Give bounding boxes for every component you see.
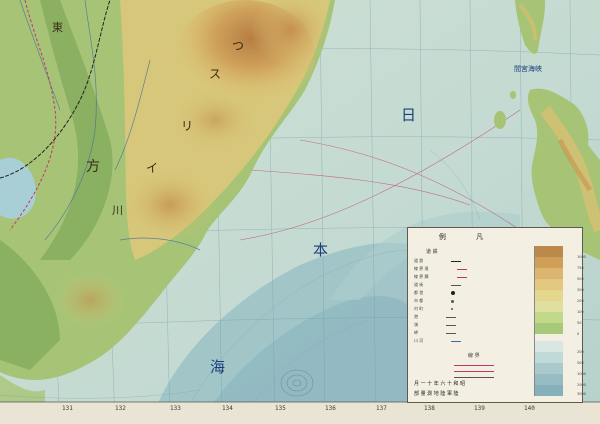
- rishiri-island: [494, 111, 506, 129]
- place-label: 川: [112, 204, 123, 217]
- legend-item: 川 河: [414, 338, 524, 343]
- longitude-label: 133: [170, 405, 181, 412]
- elev-tick: 50: [577, 321, 582, 325]
- longitude-label: 132: [115, 405, 126, 412]
- elev-swatch: [535, 246, 563, 257]
- elev-swatch: [535, 279, 563, 290]
- elev-tick: 200: [577, 350, 584, 354]
- strait-label: 間宮海峡: [514, 65, 542, 73]
- elev-swatch: [535, 385, 563, 396]
- longitude-label: 138: [424, 405, 435, 412]
- place-label: つ: [232, 39, 245, 53]
- elev-swatch: [535, 290, 563, 301]
- elev-tick: 2000: [577, 383, 586, 387]
- legend-item: 道 街: [414, 282, 524, 287]
- elevation-scale: 1000 750 500 300 200 100 50 0 200 500 10…: [534, 246, 586, 396]
- longitude-label: 134: [222, 405, 233, 412]
- legend-item: 線 界 境: [414, 266, 524, 271]
- legend-item: 港: [414, 314, 524, 319]
- place-label: ス: [209, 67, 222, 81]
- elev-swatch: [535, 323, 563, 334]
- elev-swatch: [535, 341, 563, 352]
- legend-footer-publisher: 部 量 測 地 陸 軍 陸: [414, 391, 459, 397]
- legend-section-railways: 道 鉄: [426, 249, 438, 255]
- elev-tick: 3000: [577, 392, 586, 396]
- longitude-label: 135: [275, 405, 286, 412]
- longitude-label: 131: [62, 405, 73, 412]
- sea-name-char-1: 日: [401, 106, 417, 124]
- elev-tick: 0: [577, 332, 580, 336]
- longitude-label: 139: [474, 405, 485, 412]
- elev-swatch: [535, 312, 563, 323]
- elev-swatch: [535, 268, 563, 279]
- elev-tick: 200: [577, 299, 584, 303]
- legend-item: 村 町: [414, 306, 524, 311]
- legend-item: 岬: [414, 330, 524, 335]
- elev-tick: 1000: [577, 372, 586, 376]
- sea-name-char-3: 海: [210, 358, 226, 376]
- map-legend: 例 凡 道 鉄 線 界 道 鉄 線 界 境 線 界 縣 道 街 都 首 市 都 …: [407, 227, 586, 403]
- longitude-label: 136: [325, 405, 336, 412]
- legend-item: 市 都: [414, 298, 524, 303]
- longitude-label: 137: [376, 405, 387, 412]
- place-label: 方: [86, 159, 100, 175]
- elev-tick: 300: [577, 288, 584, 292]
- place-label: リ: [181, 119, 194, 133]
- legend-footer-date: 月 一 十 年 六 十 和 昭: [414, 381, 466, 387]
- place-label: 東: [52, 21, 63, 34]
- legend-item: 都 首: [414, 290, 524, 295]
- legend-title: 例 凡: [438, 233, 498, 241]
- elev-swatch: [535, 352, 563, 363]
- legend-section-boundaries: 線 界: [468, 353, 480, 359]
- legend-item: 道 鉄: [414, 258, 524, 263]
- legend-item: 嶺: [414, 322, 524, 327]
- longitude-label: 140: [524, 405, 535, 412]
- place-label: イ: [146, 161, 159, 175]
- elev-tick: 500: [577, 277, 584, 281]
- elev-tick: 750: [577, 266, 584, 270]
- elev-tick: 100: [577, 310, 584, 314]
- elev-tick: 1000: [577, 255, 586, 259]
- legend-item: 線 界 縣: [414, 274, 467, 279]
- elev-swatch: [535, 301, 563, 312]
- sea-name-char-2: 本: [313, 241, 329, 259]
- elev-tick: 500: [577, 361, 584, 365]
- elev-swatch: [535, 363, 563, 374]
- elev-swatch: [535, 374, 563, 385]
- elev-swatch: [535, 257, 563, 268]
